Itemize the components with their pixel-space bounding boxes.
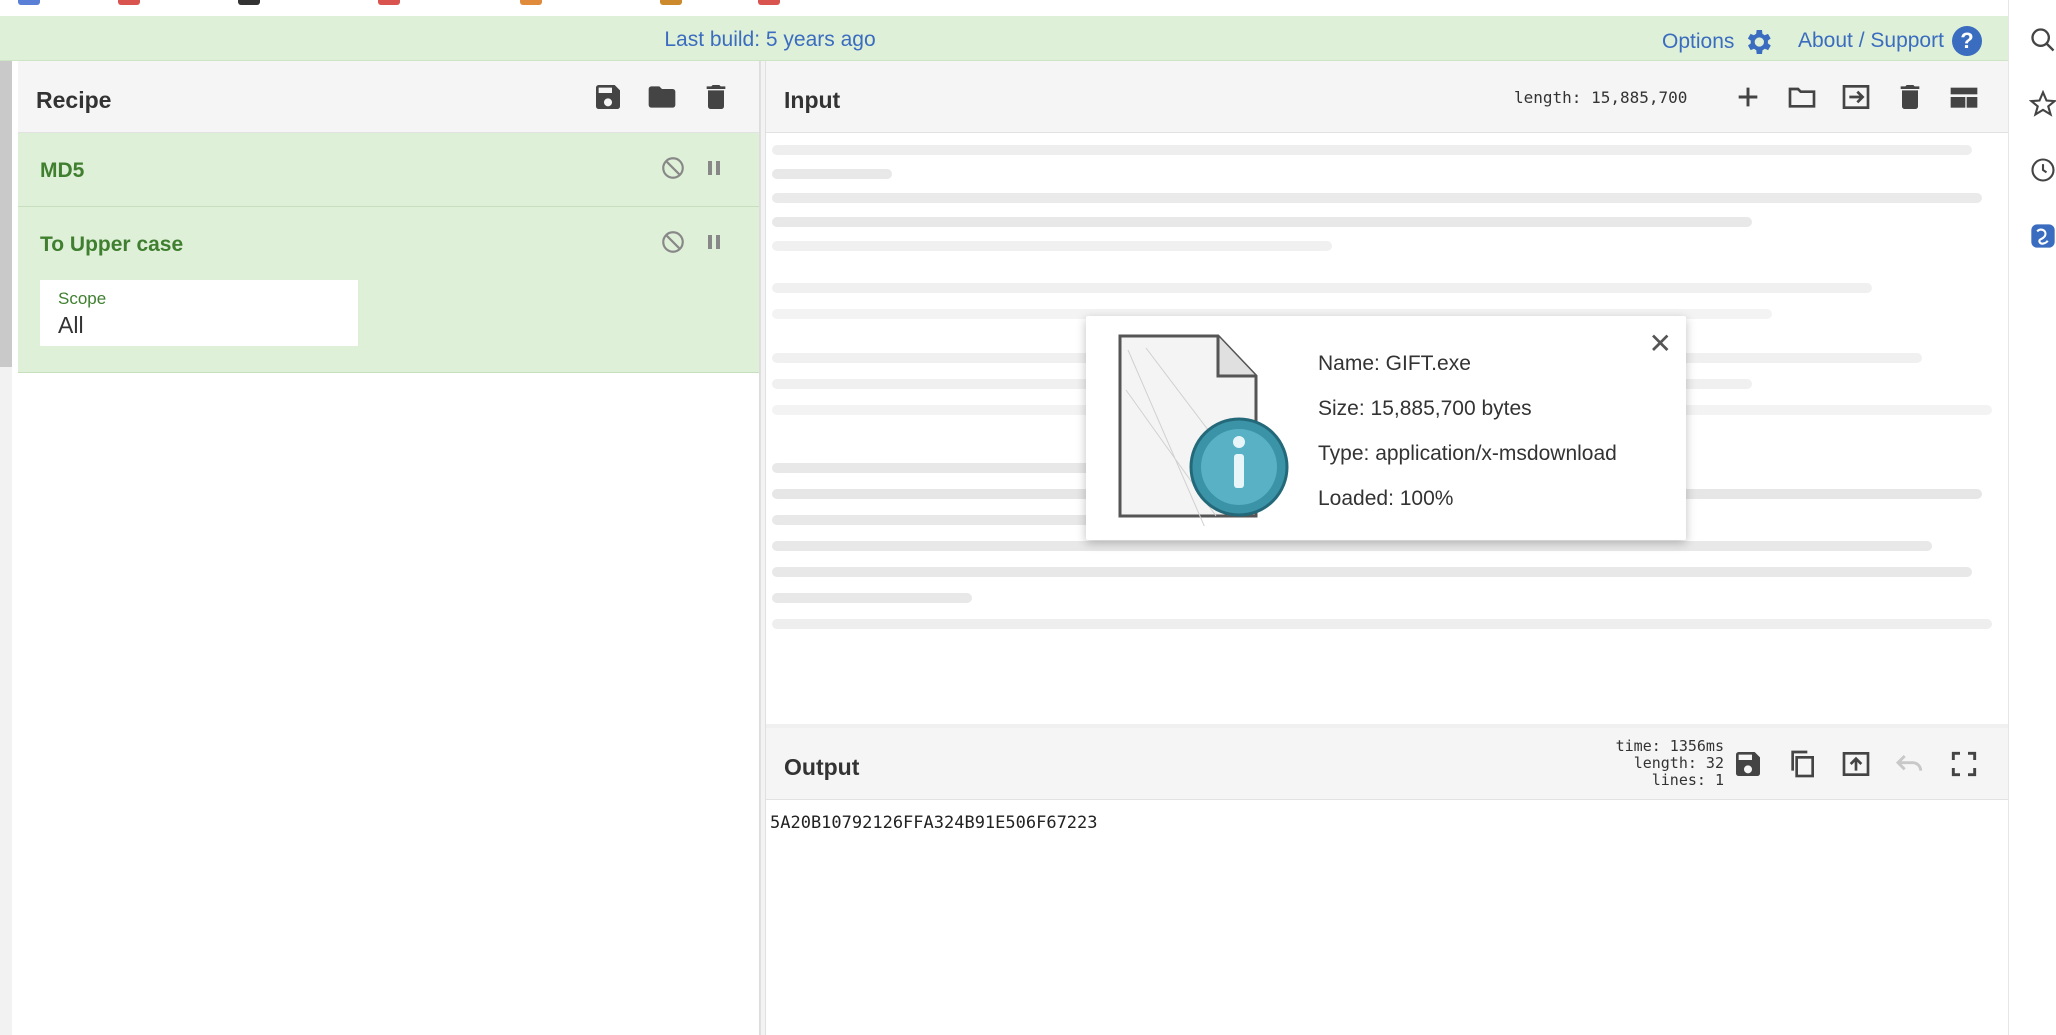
scope-value: All	[58, 312, 84, 338]
options-label: Options	[1662, 30, 1735, 53]
bookmark-icon[interactable]	[758, 0, 780, 5]
binary-text-line	[772, 193, 1982, 203]
folder-icon[interactable]	[646, 81, 678, 113]
file-info-icon	[1118, 334, 1289, 526]
operation-name: MD5	[40, 159, 85, 182]
recipe-operation-to-upper-case[interactable]: To Upper case Scope All	[18, 207, 759, 373]
operation-name: To Upper case	[40, 233, 184, 256]
file-type: Type: application/x-msdownload	[1318, 442, 1617, 465]
about-label: About / Support	[1798, 29, 1944, 52]
undo-icon[interactable]	[1894, 748, 1926, 780]
close-icon[interactable]: ✕	[1649, 330, 1672, 358]
add-icon[interactable]	[1732, 81, 1764, 113]
input-header: Input length: 15,885,700	[766, 61, 2008, 133]
output-header: Output time: 1356ms length: 32 lines: 1	[766, 728, 2008, 800]
recipe-toolbar	[592, 81, 732, 113]
binary-text-line	[772, 283, 1872, 293]
disable-icon[interactable]	[660, 229, 686, 255]
history-icon[interactable]	[2029, 156, 2056, 184]
file-details-popup: Name: GIFT.exe Size: 15,885,700 bytes Ty…	[1086, 316, 1686, 540]
operation-controls	[660, 155, 726, 181]
binary-text-line	[772, 619, 1992, 629]
binary-text-line	[772, 217, 1752, 227]
pause-icon[interactable]	[702, 156, 726, 180]
top-banner: Last build: 5 years ago Options About / …	[0, 16, 2008, 61]
trash-icon[interactable]	[1894, 81, 1926, 113]
about-support-button[interactable]: About / Support ?	[1798, 26, 1982, 56]
scope-select[interactable]: Scope All	[40, 280, 358, 348]
last-build-notice[interactable]: Last build: 5 years ago	[0, 28, 1540, 52]
recipe-operation-md5[interactable]: MD5	[18, 133, 759, 207]
layout-icon[interactable]	[1948, 81, 1980, 113]
binary-text-line	[772, 145, 1972, 155]
bookmark-icon[interactable]	[238, 0, 260, 5]
output-length: length: 32	[1633, 754, 1724, 772]
gear-icon	[1748, 30, 1772, 54]
output-text[interactable]: 5A20B10792126FFA324B91E506F67223	[770, 813, 1098, 833]
file-name: Name: GIFT.exe	[1318, 352, 1471, 375]
bookmark-icon[interactable]	[520, 0, 542, 5]
fullscreen-icon[interactable]	[1948, 748, 1980, 780]
recipe-title: Recipe	[36, 87, 112, 113]
bookmark-icon[interactable]	[660, 0, 682, 5]
binary-text-line	[772, 241, 1332, 251]
output-stats: time: 1356ms length: 32 lines: 1	[1574, 738, 1724, 789]
star-icon[interactable]	[2029, 90, 2056, 118]
output-lines: lines: 1	[1651, 771, 1724, 789]
output-time: time: 1356ms	[1615, 737, 1724, 755]
disable-icon[interactable]	[660, 155, 686, 181]
bookmark-icon[interactable]	[118, 0, 140, 5]
input-toolbar	[1732, 81, 1980, 113]
copy-icon[interactable]	[1786, 748, 1818, 780]
bookmark-icon[interactable]	[378, 0, 400, 5]
binary-text-line	[772, 169, 892, 179]
load-icon[interactable]	[1840, 81, 1872, 113]
pause-icon[interactable]	[702, 230, 726, 254]
scope-label: Scope	[58, 289, 107, 308]
left-scroll-indicator[interactable]	[0, 61, 12, 367]
output-title: Output	[784, 754, 860, 780]
replace-input-icon[interactable]	[1840, 748, 1872, 780]
binary-text-line	[772, 593, 972, 603]
options-button[interactable]: Options	[1662, 26, 1774, 58]
binary-text-line	[772, 541, 1932, 551]
output-panel: Output time: 1356ms length: 32 lines: 1	[766, 728, 2008, 1035]
search-icon[interactable]	[2029, 26, 2056, 54]
trash-icon[interactable]	[700, 81, 732, 113]
browser-side-toolbar	[2008, 0, 2056, 1035]
save-icon[interactable]	[592, 81, 624, 113]
output-toolbar	[1732, 748, 1980, 780]
recipe-header: Recipe	[18, 61, 759, 133]
file-size: Size: 15,885,700 bytes	[1318, 397, 1532, 420]
open-folder-icon[interactable]	[1786, 81, 1818, 113]
browser-bookmarks-strip	[0, 0, 2008, 16]
input-length: length: 15,885,700	[1514, 88, 1688, 107]
input-title: Input	[784, 87, 841, 113]
recipe-panel: Recipe MD5 To Upper case Scope All	[18, 61, 760, 1035]
extension-icon[interactable]	[2029, 222, 2056, 250]
bookmark-icon[interactable]	[18, 0, 40, 5]
help-icon: ?	[1951, 26, 1982, 56]
operation-controls	[660, 229, 726, 255]
binary-text-line	[772, 567, 1972, 577]
save-icon[interactable]	[1732, 748, 1764, 780]
file-loaded: Loaded: 100%	[1318, 487, 1454, 510]
